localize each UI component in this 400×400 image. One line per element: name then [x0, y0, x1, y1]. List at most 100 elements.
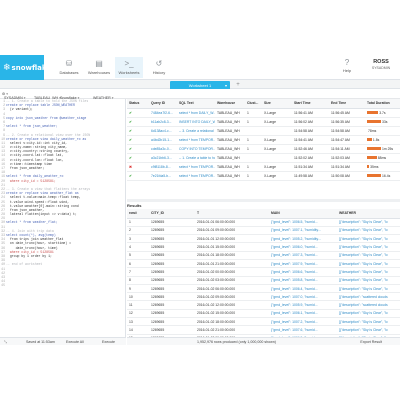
- history-cell: [262, 153, 292, 163]
- duration-bar: [367, 165, 370, 169]
- history-cell: TABLEAU_WH: [215, 153, 245, 163]
- history-cell: ✔: [127, 108, 149, 118]
- history-row[interactable]: ✔ cde85a3c-0... COPY INTO TEMPOR... TABLEAU…: [127, 144, 400, 154]
- chevron-down-icon[interactable]: ▾: [225, 83, 227, 88]
- results-cell: 2016-01-02 09:00:00.000: [195, 292, 269, 302]
- history-row[interactable]: ✔ 6d138ac4-c... -- 3. Create a relational T…: [127, 126, 400, 136]
- history-icon: ↺: [155, 59, 163, 68]
- history-row[interactable]: ✔ b11ab2c8-3... INSERT INTO DAILY_W... TABL…: [127, 117, 400, 127]
- history-cell: ✔: [127, 135, 149, 145]
- history-cell: TABLEAU_WH: [215, 162, 245, 172]
- history-cell[interactable]: b11ab2c8-3...: [149, 117, 177, 127]
- history-cell[interactable]: COPY INTO TEMPOR...: [177, 144, 215, 154]
- history-cell[interactable]: cde85a3c-0...: [149, 144, 177, 154]
- server-icon: ▤: [95, 59, 103, 68]
- history-cell[interactable]: INSERT INTO DAILY_W...: [177, 117, 215, 127]
- nav-history[interactable]: ↺ History: [145, 57, 173, 78]
- history-cell[interactable]: c9f8118b-8...: [149, 162, 177, 172]
- history-row[interactable]: ✔ a4bd2b15-1... select * from TEMPOR... TAB…: [127, 135, 400, 145]
- results-row[interactable]: 7 1269655 2016-01-02 00:00:00.000 {"grnd_le…: [127, 267, 400, 277]
- history-cell[interactable]: select * from TEMPOR...: [177, 135, 215, 145]
- history-row[interactable]: ✔ a3c21bb6-3... -- 1. Create a table to ho…: [127, 153, 400, 163]
- nav-worksheets[interactable]: >_ Worksheets: [115, 57, 143, 78]
- results-row[interactable]: 10 1269655 2016-01-02 09:00:00.000 {"grnd_l…: [127, 292, 400, 302]
- results-row[interactable]: 4 1269655 2016-01-01 15:00:00.000 {"grnd_le…: [127, 242, 400, 252]
- results-cell: 3: [127, 234, 149, 244]
- history-cell: TABLEAU_WH: [215, 135, 245, 145]
- history-column-header[interactable]: Size: [262, 99, 292, 109]
- history-cell[interactable]: -- 1. Create a table to hold: [177, 153, 215, 163]
- results-row[interactable]: 2 1269655 2016-01-01 09:00:00.000 {"grnd_le…: [127, 226, 400, 236]
- history-column-header[interactable]: Warehouse: [215, 99, 245, 109]
- help-button[interactable]: ? Help: [338, 58, 356, 77]
- history-column-header[interactable]: Status: [127, 99, 149, 109]
- history-column-header[interactable]: Start Time: [292, 99, 329, 109]
- results-row[interactable]: 1 1269655 2016-01-01 06:00:00.000 {"grnd_le…: [127, 218, 400, 227]
- history-column-header[interactable]: SQL Text: [177, 99, 215, 109]
- history-cell: 1.8s: [365, 135, 400, 145]
- history-row[interactable]: ✔ 7484ea7f2-6... select * from DAILY_W... T…: [127, 108, 400, 118]
- history-cell[interactable]: select * from TEMPOR...: [177, 171, 215, 181]
- history-cell[interactable]: -- 3. Create a relational: [177, 126, 215, 136]
- history-cell: 11:49:58 AM: [292, 171, 329, 181]
- snowflake-icon: ❄: [3, 62, 11, 73]
- results-cell: {"grnd_level": 1007.9, "humid...: [269, 259, 337, 269]
- history-column-header[interactable]: End Time: [329, 99, 365, 109]
- tab-worksheet-1[interactable]: Worksheet 1 ▾: [170, 81, 230, 89]
- results-cell: 1269655: [149, 242, 195, 252]
- query-history-panel: Status Query ID SQL Text Warehouse Clust... S…: [127, 99, 400, 199]
- rows-produced-text: 1,952,976 rows produced (only 1,000,000 …: [197, 340, 276, 344]
- sql-editor[interactable]: 1 -- 1. Create a table to hold the JSON f…: [0, 99, 126, 337]
- history-column-header[interactable]: Query ID: [149, 99, 177, 109]
- history-cell[interactable]: a4bd2b15-1...: [149, 135, 177, 145]
- results-cell: 12: [127, 309, 149, 319]
- duration-bar: [367, 147, 381, 151]
- snowflake-logo[interactable]: ❄ snowflake: [0, 55, 51, 80]
- results-row[interactable]: 3 1269655 2016-01-01 12:00:00.000 {"grnd_le…: [127, 234, 400, 244]
- results-cell: 2016-01-01 15:00:00.000: [195, 242, 269, 252]
- checkmark-icon: ✔: [129, 110, 132, 115]
- resize-icon[interactable]: ⤡: [4, 340, 7, 344]
- history-cell[interactable]: select * from DAILY_W...: [177, 108, 215, 118]
- results-cell: [{"description": "Sky is Clear", "ic: [337, 242, 400, 252]
- results-column-header[interactable]: T: [195, 209, 269, 219]
- results-row[interactable]: 8 1269655 2016-01-02 03:00:00.000 {"grnd_le…: [127, 276, 400, 285]
- results-row[interactable]: 13 1269655 2016-01-02 18:00:00.000 {"grnd_l…: [127, 317, 400, 327]
- results-cell: 2016-01-01 12:00:00.000: [195, 234, 269, 244]
- results-column-header[interactable]: row#: [127, 209, 149, 219]
- results-column-header[interactable]: WEATHER: [337, 209, 400, 219]
- add-worksheet-button[interactable]: +: [233, 81, 243, 89]
- results-row[interactable]: 6 1269655 2016-01-01 21:00:00.000 {"grnd_le…: [127, 259, 400, 269]
- history-cell[interactable]: 6d138ac4-c...: [149, 126, 177, 136]
- results-row[interactable]: 12 1269655 2016-01-02 15:00:00.000 {"grnd_l…: [127, 309, 400, 319]
- execute-button[interactable]: Execute: [102, 340, 115, 344]
- history-cell[interactable]: a3c21bb6-3...: [149, 153, 177, 163]
- history-cell[interactable]: 7e21fda5-b...: [149, 171, 177, 181]
- query-history-table: Status Query ID SQL Text Warehouse Clust... S…: [127, 99, 400, 181]
- history-cell[interactable]: select * from TEMPOR...: [177, 162, 215, 172]
- duration-text: 3.7s: [379, 110, 386, 115]
- results-cell: {"grnd_level": 1007.2, "humid...: [269, 317, 337, 327]
- nav-databases[interactable]: ⛁ Databases: [55, 57, 83, 78]
- user-menu[interactable]: ROSS SYSADMIN: [362, 59, 400, 70]
- results-cell: [{"description": "Sky is Clear", "ic: [337, 226, 400, 236]
- results-column-header[interactable]: CITY_ID: [149, 209, 195, 219]
- history-cell: 11:52:03 AM: [329, 153, 365, 163]
- results-row[interactable]: 9 1269655 2016-01-02 06:00:00.000 {"grnd_le…: [127, 284, 400, 294]
- panel-splitter[interactable]: [127, 199, 400, 202]
- history-row[interactable]: ✔ 7e21fda5-b... select * from TEMPOR... TAB…: [127, 171, 400, 181]
- results-row[interactable]: 11 1269655 2016-01-02 12:00:00.000 {"grnd_l…: [127, 300, 400, 310]
- results-cell: 5: [127, 251, 149, 261]
- execute-all-button[interactable]: Execute All: [66, 340, 84, 344]
- results-cell: 9: [127, 284, 149, 294]
- results-row[interactable]: 14 1269655 2016-01-02 21:00:00.000 {"grnd_l…: [127, 325, 400, 335]
- history-row[interactable]: ✖ c9f8118b-8... select * from TEMPOR... TAB…: [127, 162, 400, 172]
- results-column-header[interactable]: MAIN: [269, 209, 337, 219]
- results-row[interactable]: 5 1269655 2016-01-01 18:00:00.000 {"grnd_le…: [127, 251, 400, 261]
- history-column-header[interactable]: Total Duration: [365, 99, 400, 109]
- export-result-button[interactable]: Export Result: [360, 340, 382, 344]
- history-cell: 11:50:08 AM: [329, 171, 365, 181]
- history-cell[interactable]: 7484ea7f2-6...: [149, 108, 177, 118]
- history-column-header[interactable]: Clust...: [245, 99, 262, 109]
- nav-warehouses[interactable]: ▤ Warehouses: [85, 57, 113, 78]
